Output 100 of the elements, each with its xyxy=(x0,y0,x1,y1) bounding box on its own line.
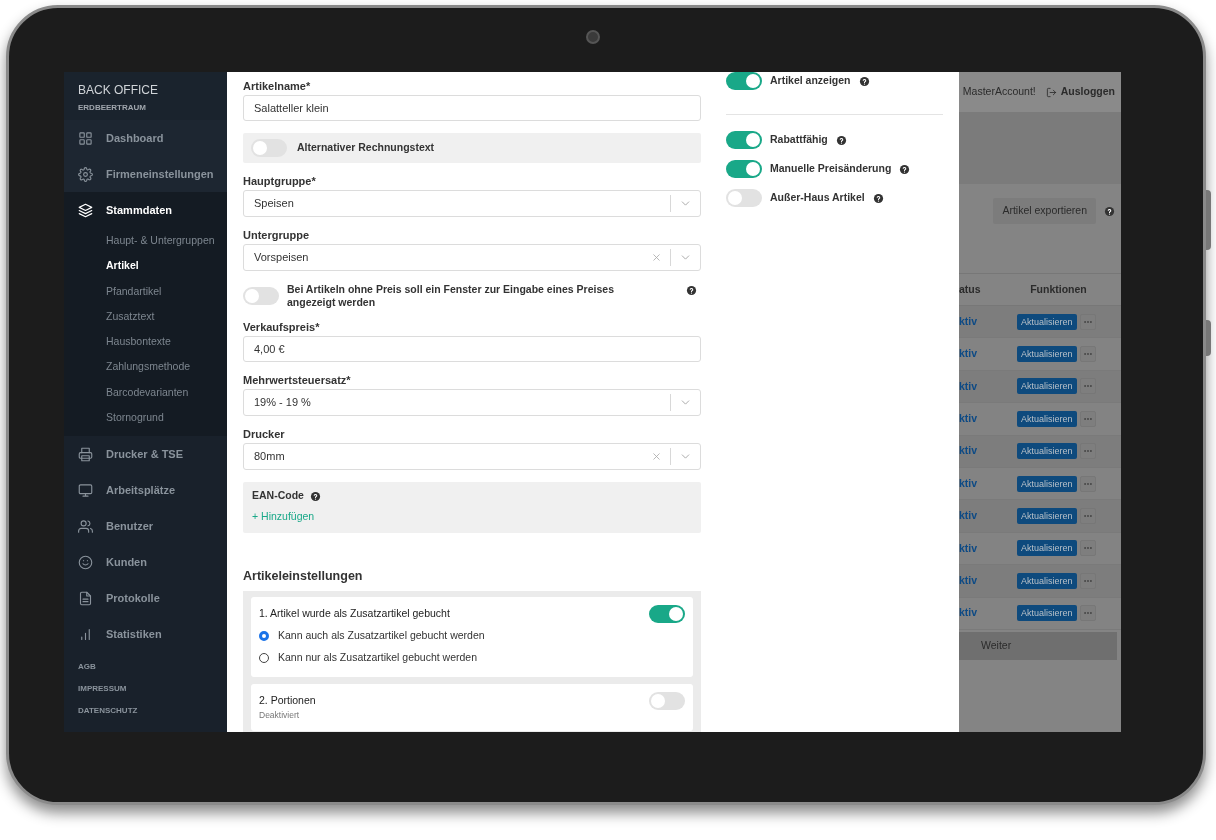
document-icon xyxy=(78,590,93,606)
more-button[interactable] xyxy=(1079,508,1096,525)
update-button[interactable]: Aktualisieren xyxy=(1017,475,1077,492)
toggle-switch[interactable] xyxy=(649,692,685,710)
more-button[interactable] xyxy=(1079,346,1096,363)
update-button[interactable]: Aktualisieren xyxy=(1017,605,1077,622)
toggle-switch[interactable] xyxy=(726,131,762,149)
more-button[interactable] xyxy=(1079,313,1096,330)
footer-link[interactable]: IMPRESSUM xyxy=(78,682,213,697)
status-cell-text: ktiv xyxy=(959,378,979,394)
more-button[interactable] xyxy=(1079,572,1096,589)
clear-icon[interactable] xyxy=(651,252,662,263)
smiley-icon xyxy=(78,554,93,570)
more-button[interactable] xyxy=(1079,540,1096,557)
nav-item[interactable]: Stammdaten xyxy=(64,192,227,228)
toggle-switch[interactable] xyxy=(243,287,279,305)
select-field[interactable]: 19% - 19 % xyxy=(243,389,701,416)
nav-item[interactable]: Statistiken xyxy=(64,616,227,653)
update-button[interactable]: Aktualisieren xyxy=(1017,540,1077,557)
update-button[interactable]: Aktualisieren xyxy=(1017,508,1077,525)
status-cell-text: ktiv xyxy=(959,411,979,426)
nav-item[interactable]: Protokolle xyxy=(64,580,227,617)
toggle-switch[interactable] xyxy=(726,72,762,90)
grid-icon xyxy=(78,130,93,146)
more-button[interactable] xyxy=(1079,605,1096,622)
export-button[interactable]: Artikel exportieren xyxy=(993,198,1096,224)
nav-item[interactable]: Dashboard xyxy=(64,120,227,156)
card-title: 2. Portionen xyxy=(259,693,316,709)
status-cell-text: ktiv xyxy=(959,346,979,362)
layers-icon xyxy=(78,202,93,218)
nav-item[interactable]: Benutzer xyxy=(64,508,227,545)
update-button[interactable]: Aktualisieren xyxy=(1017,572,1077,589)
nav-subitem[interactable]: Zahlungsmethode xyxy=(64,354,227,380)
update-button[interactable]: Aktualisieren xyxy=(1017,410,1077,427)
field-label: Verkaufspreis* xyxy=(243,321,321,334)
nav-subitem[interactable]: Haupt- & Untergruppen xyxy=(64,228,227,254)
radio-label: Kann auch als Zusatzartikel gebucht werden xyxy=(278,628,485,644)
logout-icon xyxy=(1045,86,1057,98)
status-cell-text: ktiv xyxy=(959,572,979,588)
app-title: BACK OFFICE xyxy=(78,82,159,99)
nav-item[interactable]: Kunden xyxy=(64,544,227,581)
clear-icon[interactable] xyxy=(651,451,662,462)
toggle-label: Außer-Haus Artikel xyxy=(770,190,865,206)
footer-link[interactable]: DATENSCHUTZ xyxy=(78,704,213,719)
bar-chart-icon xyxy=(78,626,93,642)
field-label: Untergruppe xyxy=(243,229,310,242)
printer-icon xyxy=(78,446,93,462)
nav-subitem[interactable]: Stornogrund xyxy=(64,405,227,431)
toggle-switch[interactable] xyxy=(251,139,287,157)
update-button[interactable]: Aktualisieren xyxy=(1017,378,1077,395)
nav-item[interactable]: Firmeneinstellungen xyxy=(64,156,227,192)
column-header: Funktionen xyxy=(1029,281,1088,297)
toggle-label: Rabattfähig xyxy=(770,132,828,148)
side-button[interactable] xyxy=(1206,190,1211,250)
users-icon xyxy=(78,518,93,534)
more-button[interactable] xyxy=(1079,443,1096,460)
company-name: ERDBEERTRAUM xyxy=(78,102,147,114)
gear-icon xyxy=(78,166,93,182)
help-icon xyxy=(1104,205,1115,217)
side-button[interactable] xyxy=(1206,320,1211,356)
toggle-label: Bei Artikeln ohne Preis soll ein Fenster zur Eingabe eines Preises angezeigt werden xyxy=(287,283,615,309)
update-button[interactable]: Aktualisieren xyxy=(1017,443,1077,460)
toggle-switch[interactable] xyxy=(649,605,685,623)
nav-subitem[interactable]: Artikel xyxy=(64,253,227,279)
field-label: EAN-Code xyxy=(252,488,304,504)
next-button[interactable]: Weiter xyxy=(959,631,1117,660)
update-button[interactable]: Aktualisieren xyxy=(1017,313,1077,330)
nav-subitem[interactable]: Barcodevarianten xyxy=(64,379,227,406)
logout-link[interactable]: Ausloggen xyxy=(1045,84,1115,100)
update-button[interactable]: Aktualisieren xyxy=(1017,346,1077,363)
field-label: Hauptgruppe* xyxy=(243,175,317,188)
field-label: Mehrwertsteuersatz* xyxy=(243,374,352,387)
toggle-label: Manuelle Preisänderung xyxy=(770,161,892,177)
add-link[interactable]: + Hinzufügen xyxy=(252,509,315,523)
radio-label: Kann nur als Zusatzartikel gebucht werden xyxy=(278,650,478,666)
nav-item[interactable]: Drucker & TSE xyxy=(64,436,227,473)
card-subtitle: Deaktiviert xyxy=(259,710,301,721)
select-field[interactable]: 80mm xyxy=(243,443,701,470)
select-field[interactable]: Speisen xyxy=(243,190,701,217)
nav-subitem[interactable]: Hausbontexte xyxy=(64,329,227,355)
footer-link[interactable]: AGB xyxy=(78,660,213,675)
nav-subitem[interactable]: Zusatztext xyxy=(64,303,227,330)
more-button[interactable] xyxy=(1079,378,1096,395)
select-field[interactable]: Vorspeisen xyxy=(243,244,701,271)
toggle-label: Artikel anzeigen xyxy=(770,73,851,89)
toggle-switch[interactable] xyxy=(726,160,762,178)
status-cell-text: ktiv xyxy=(959,508,979,524)
card-title: 1. Artikel wurde als Zusatzartikel gebucht xyxy=(259,606,450,622)
user-greeting: MasterAccount! xyxy=(962,84,1036,100)
toggle-label: Alternativer Rechnungstext xyxy=(297,140,435,156)
input-field[interactable]: 4,00 € xyxy=(243,336,701,362)
nav-item[interactable]: Arbeitsplätze xyxy=(64,472,227,509)
toggle-switch[interactable] xyxy=(726,189,762,207)
status-cell-text: ktiv xyxy=(959,540,979,556)
nav-subitem[interactable]: Pfandartikel xyxy=(64,278,227,304)
input-field[interactable]: Salatteller klein xyxy=(243,95,701,121)
field-label: Drucker xyxy=(243,428,286,441)
more-button[interactable] xyxy=(1079,410,1096,427)
radio-button[interactable] xyxy=(259,631,269,641)
more-button[interactable] xyxy=(1079,475,1096,492)
